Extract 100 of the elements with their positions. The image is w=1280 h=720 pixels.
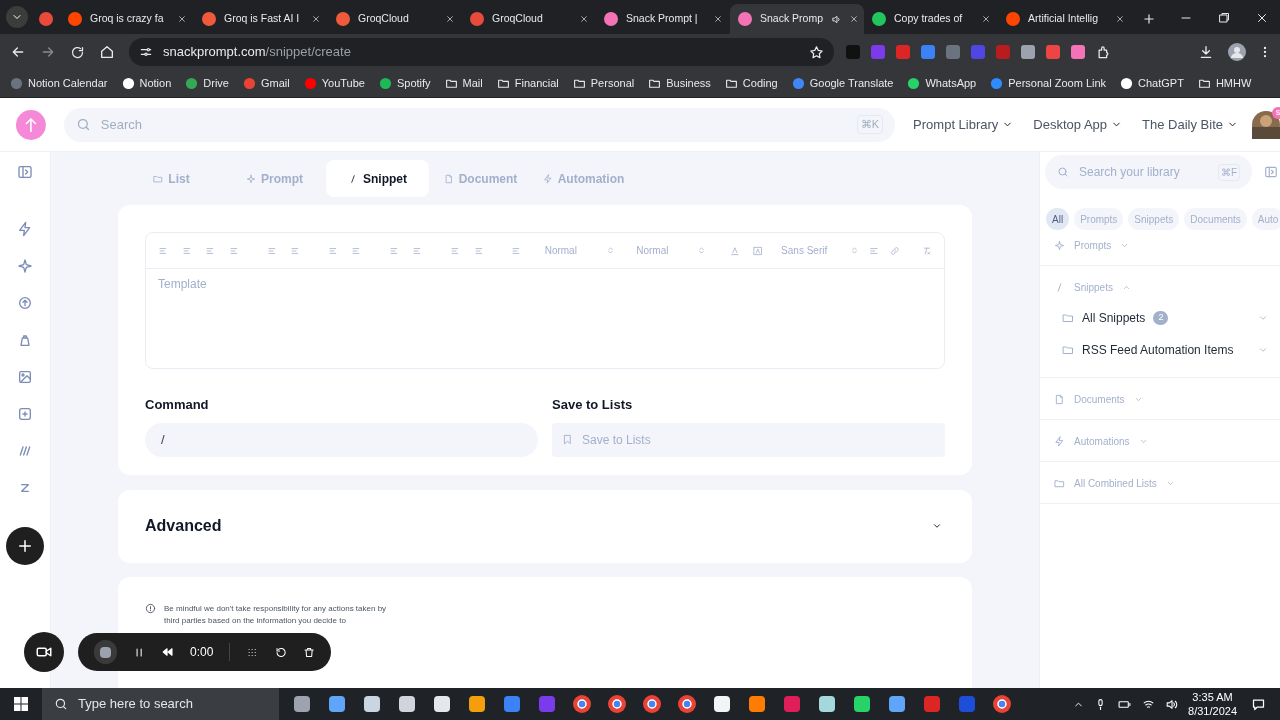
filter-chip[interactable]: All — [1046, 208, 1070, 230]
bookmark-icon — [242, 77, 256, 90]
bookmark-item[interactable]: ChatGPT — [1120, 75, 1184, 92]
bookmark-item[interactable]: YouTube — [303, 75, 365, 92]
bookmark-item[interactable]: Financial — [496, 75, 559, 92]
nav-menu[interactable]: Prompt Library — [913, 114, 1014, 135]
browser-tab[interactable]: Snack Prompt | — [596, 4, 730, 34]
bookmark-icon — [1120, 77, 1134, 90]
link-icon — [890, 245, 901, 256]
folder-icon — [153, 173, 164, 184]
bookmark-item[interactable]: Notion Calendar — [10, 75, 108, 92]
shortcut-hint: ⌘K — [856, 115, 884, 134]
taskbar-app-icon[interactable] — [607, 694, 627, 714]
rewind-icon — [160, 645, 174, 659]
close-icon — [312, 15, 320, 23]
speaker-icon[interactable] — [831, 13, 843, 25]
tab-title: Snack Promp — [760, 11, 824, 27]
bookmark-icon — [303, 77, 317, 90]
bookmark-item[interactable]: Mail — [444, 75, 483, 92]
upload-icon — [17, 295, 33, 311]
section-title: Advanced — [145, 516, 222, 536]
taskbar-app-icon[interactable] — [467, 694, 487, 714]
bookmark-item[interactable]: Drive — [185, 75, 229, 92]
library-list-item[interactable]: All Snippets 2 — [1062, 309, 1268, 327]
folder-icon — [724, 77, 738, 90]
url-text: snackprompt.com/snippet/create — [163, 43, 352, 62]
taskbar-app-icon[interactable] — [572, 694, 592, 714]
tab-title: GroqCloud — [492, 11, 544, 27]
bookmark-icon — [121, 77, 135, 90]
taskbar-app-icon[interactable] — [292, 694, 312, 714]
taskbar-app-icon[interactable] — [362, 694, 382, 714]
close-icon — [850, 15, 859, 23]
tab-list-button[interactable] — [6, 6, 28, 28]
sparkle-icon — [17, 258, 33, 274]
bookmark-icon — [990, 77, 1004, 90]
bookmark-item[interactable]: Spotify — [378, 75, 431, 92]
bookmark-item[interactable]: HMHW — [1197, 75, 1252, 92]
browser-tab[interactable]: Artificial Intellig — [998, 4, 1132, 34]
chevron-down-icon — [1165, 479, 1175, 488]
tab-title: Snack Prompt | — [626, 11, 699, 27]
close-icon — [178, 15, 186, 23]
field-label: Command — [145, 396, 210, 414]
advanced-section[interactable]: Advanced — [118, 489, 972, 563]
taskbar-app-icon[interactable] — [817, 694, 837, 714]
browser-tab[interactable]: Copy trades of — [864, 4, 998, 34]
type-tab[interactable]: Snippet — [326, 160, 429, 197]
bookmark-item[interactable]: Gmail — [242, 75, 290, 92]
back-icon — [10, 44, 26, 60]
bookmark-item[interactable]: Business — [648, 75, 711, 92]
browser-tab[interactable]: Groq is Fast AI I — [194, 4, 328, 34]
taskbar-app-icon[interactable] — [327, 694, 347, 714]
sort-icon — [605, 246, 615, 255]
tab-title: Groq is Fast AI I — [224, 11, 301, 27]
taskbar-app-icon[interactable] — [677, 694, 697, 714]
taskbar-app-icon[interactable] — [712, 694, 732, 714]
folder-icon — [1062, 344, 1074, 356]
folder-icon — [1062, 312, 1074, 324]
taskbar-app-icon[interactable] — [852, 694, 872, 714]
stop-button[interactable] — [94, 640, 117, 664]
timer-text: 0:00 — [190, 644, 214, 661]
nav-menu[interactable]: Desktop App — [1033, 114, 1123, 135]
reload-icon — [70, 44, 85, 60]
folder-icon — [648, 77, 662, 90]
bookmark-icon — [562, 434, 573, 445]
bookmark-item[interactable]: Personal Zoom Link — [990, 75, 1107, 92]
taskbar-app-icon[interactable] — [747, 694, 767, 714]
home-icon — [99, 44, 115, 60]
chevron-down-icon — [1133, 395, 1143, 404]
bookmark-item[interactable]: Coding — [724, 75, 778, 92]
taskbar-app-icon[interactable] — [887, 694, 907, 714]
trash-icon — [302, 645, 315, 659]
taskbar-app-icon[interactable] — [642, 694, 662, 714]
bookmark-item[interactable]: Google Translate — [791, 75, 894, 92]
browser-tab[interactable]: Snack Promp — [730, 4, 864, 34]
nav-menu[interactable]: The Daily Bite — [1142, 114, 1238, 135]
browser-tab[interactable]: Groq is crazy fa — [60, 4, 194, 34]
taskbar-search-field[interactable]: Type here to search — [42, 688, 279, 720]
start-icon[interactable] — [14, 697, 28, 711]
file-icon — [1054, 394, 1065, 405]
folder-icon — [1054, 478, 1065, 489]
address-bar[interactable]: snackprompt.com/snippet/create — [129, 38, 834, 66]
taskbar-app-icon[interactable] — [992, 694, 1012, 714]
command-field[interactable]: / — [145, 422, 538, 457]
sidebar-toggle-icon — [17, 164, 33, 180]
browser-tab[interactable]: GroqCloud — [328, 4, 462, 34]
taskbar-app-icon[interactable] — [432, 694, 452, 714]
bookmark-item[interactable]: Notion — [121, 75, 172, 92]
browser-tab[interactable]: GroqCloud — [462, 4, 596, 34]
slash-icon — [348, 173, 358, 184]
add-button[interactable] — [6, 527, 44, 565]
taskbar-app-icon[interactable] — [397, 694, 417, 714]
bookmark-item[interactable]: Personal — [572, 75, 635, 92]
profile-avatar[interactable] — [1228, 43, 1246, 61]
sparkle-icon — [1054, 240, 1065, 251]
tab-title: Artificial Intellig — [1028, 11, 1100, 27]
bookmark-item[interactable]: WhatsApp — [907, 75, 977, 92]
avatar[interactable] — [1252, 110, 1280, 139]
disclaimer-text: Be mindful we don't take responsibility for any actions taken by third parties based on the information you decide to — [164, 602, 388, 627]
volume-icon — [1165, 697, 1179, 711]
library-list-item[interactable]: RSS Feed Automation Items — [1062, 341, 1268, 359]
